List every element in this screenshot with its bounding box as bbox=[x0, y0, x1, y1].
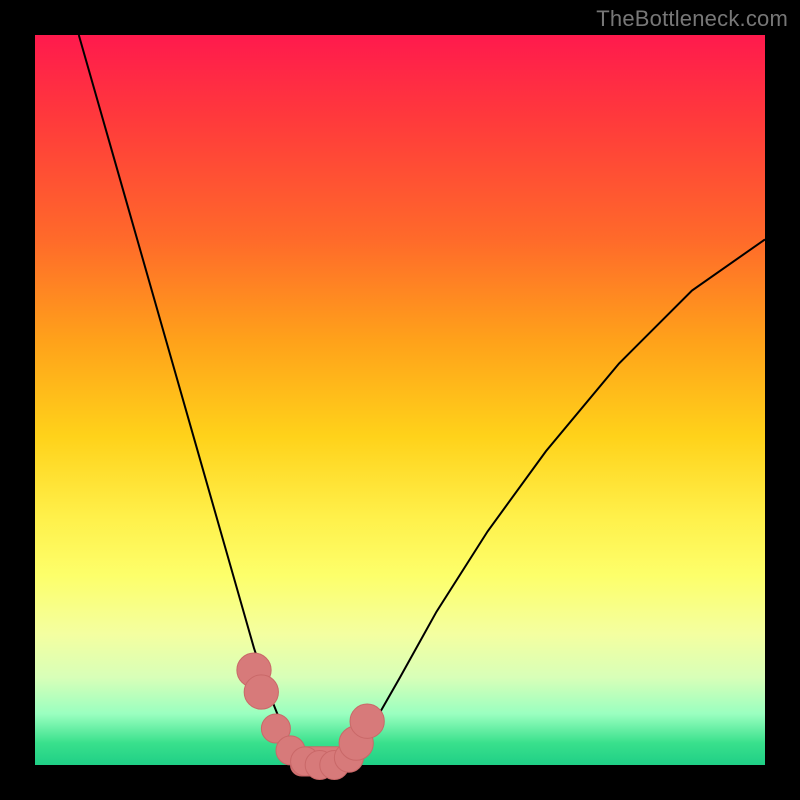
plot-area bbox=[35, 35, 765, 765]
right-curve bbox=[342, 239, 765, 765]
chart-svg bbox=[35, 35, 765, 765]
chart-frame: TheBottleneck.com bbox=[0, 0, 800, 800]
left-curve bbox=[79, 35, 313, 765]
curve-markers bbox=[237, 653, 384, 780]
watermark-text: TheBottleneck.com bbox=[596, 6, 788, 32]
